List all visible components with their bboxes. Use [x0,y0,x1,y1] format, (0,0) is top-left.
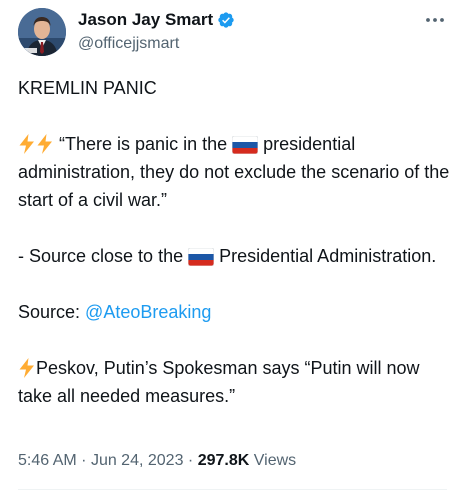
verified-badge-icon [218,12,234,28]
author-display-name[interactable]: Jason Jay Smart [78,10,213,30]
tweet-meta: 5:46 AM · Jun 24, 2023 · 297.8K Views [18,449,296,473]
russia-flag-icon [188,248,215,266]
source-link[interactable]: @AteoBreaking [85,302,211,322]
source-label: Source: [18,302,86,322]
meta-separator: · [187,452,194,469]
meta-separator: · [81,452,87,469]
tweet-card: Jason Jay Smart @officejjsmart KREMLIN P… [0,0,465,500]
avatar-photo-icon [18,8,66,56]
avatar[interactable] [18,8,66,56]
more-options-icon [426,18,444,22]
source-close-suffix: Presidential Administration. [219,246,437,266]
author-name-row: Jason Jay Smart [78,10,235,30]
tweet-time[interactable]: 5:46 AM [18,452,77,469]
tweet-text: KREMLIN PANIC “There is panic in the pre… [18,74,458,410]
russia-flag-icon [232,136,259,154]
tweet-date[interactable]: Jun 24, 2023 [91,452,184,469]
quote-prefix: “There is panic in the [59,134,228,154]
headline: KREMLIN PANIC [18,78,157,98]
peskov-text: Peskov, Putin’s Spokesman says “Putin wi… [18,358,420,406]
peskov-paragraph: Peskov, Putin’s Spokesman says “Putin wi… [18,354,458,410]
quote-paragraph: “There is panic in the presidential admi… [18,130,458,214]
lightning-icon [19,358,34,378]
lightning-icon [19,134,34,154]
divider [18,489,447,490]
author-handle[interactable]: @officejjsmart [78,34,179,54]
views-label: Views [253,452,297,469]
views-count: 297.8K [197,452,250,469]
source-paragraph: Source: @AteoBreaking [18,298,458,326]
source-close-prefix: - Source close to the [18,246,184,266]
more-options-button[interactable] [423,10,447,30]
lightning-icon [37,134,52,154]
source-close-paragraph: - Source close to the Presidential Admin… [18,242,458,270]
